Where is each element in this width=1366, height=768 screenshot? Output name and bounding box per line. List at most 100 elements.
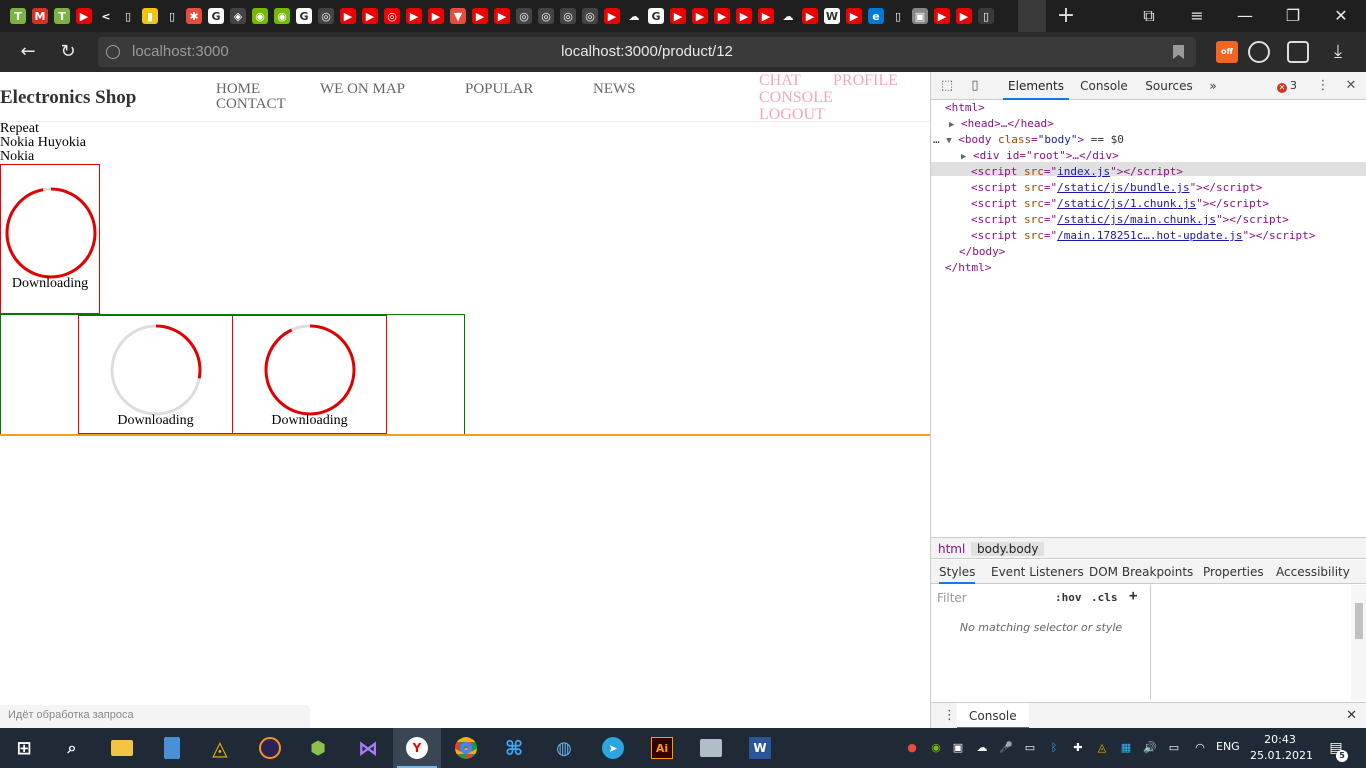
dom-script[interactable]: <script src="/static/js/main.chunk.js"><… — [971, 212, 1289, 228]
nav-contact[interactable]: CONTACT — [216, 96, 286, 113]
dom-head[interactable]: ▶ <head>…</head> — [949, 116, 1054, 133]
youtube-icon[interactable]: ▶ — [360, 6, 380, 26]
extension-off-icon[interactable]: off — [1216, 41, 1238, 63]
scroll-thumb[interactable] — [1355, 603, 1363, 639]
tab-elements[interactable]: Elements — [1003, 72, 1069, 100]
nav-profile[interactable]: PROFILE — [833, 72, 898, 90]
photo-icon[interactable]: ▣ — [910, 6, 930, 26]
expand-triangle-icon[interactable]: ▶ — [949, 120, 954, 130]
url-text[interactable]: localhost:3000/product/12 — [98, 43, 1196, 60]
dom-script[interactable]: <script src="/static/js/1.chunk.js"></sc… — [971, 196, 1269, 212]
nvidia-icon[interactable]: ◉ — [250, 6, 270, 26]
youtube-icon[interactable]: ▶ — [690, 6, 710, 26]
youtube-icon[interactable]: ▶ — [800, 6, 820, 26]
youtube-icon[interactable]: ▶ — [954, 6, 974, 26]
pdf-icon[interactable]: ▼ — [448, 6, 468, 26]
nav-chat[interactable]: CHAT — [759, 72, 801, 90]
photo-viewer-icon[interactable] — [697, 734, 725, 762]
back-arrow-icon[interactable]: ← — [16, 40, 40, 64]
extension-icon[interactable] — [1287, 41, 1309, 63]
close-devtools-icon[interactable]: ✕ — [1343, 78, 1359, 94]
app-triangle-icon[interactable]: ◬ — [206, 734, 234, 762]
script-link[interactable]: /static/js/bundle.js — [1057, 181, 1189, 194]
windows-start-icon[interactable]: ⊞ — [10, 734, 38, 762]
google-icon[interactable]: G — [646, 6, 666, 26]
reload-icon[interactable]: ↻ — [56, 40, 80, 64]
youtube-icon[interactable]: ▶ — [668, 6, 688, 26]
nav-we-on-map[interactable]: WE ON MAP — [320, 81, 405, 98]
google-icon[interactable]: G — [294, 6, 314, 26]
youtube-icon[interactable]: ▶ — [602, 6, 622, 26]
nav-console[interactable]: CONSOLE — [759, 89, 833, 107]
visual-studio-icon[interactable]: ⋈ — [354, 734, 382, 762]
tab-properties[interactable]: Properties — [1203, 560, 1264, 584]
wifi-icon[interactable]: ◠ — [1192, 740, 1208, 756]
dom-body-close[interactable]: </body> — [959, 244, 1005, 260]
close-drawer-icon[interactable]: ✕ — [1346, 708, 1357, 723]
youtube-icon[interactable]: ▶ — [734, 6, 754, 26]
dom-script[interactable]: <script src="/main.178251c….hot-update.j… — [971, 228, 1315, 244]
drawer-tab-console[interactable]: Console — [957, 703, 1029, 729]
file-icon[interactable]: ▯ — [162, 6, 182, 26]
youtube-icon[interactable]: ▶ — [74, 6, 94, 26]
script-link[interactable]: index.js — [1057, 165, 1110, 178]
github-icon[interactable]: ◎ — [316, 6, 336, 26]
yellow-t-icon[interactable]: T — [52, 6, 72, 26]
brand-title[interactable]: Electronics Shop — [0, 87, 136, 109]
script-link[interactable]: /main.178251c….hot-update.js — [1057, 229, 1242, 242]
tray-app-icon[interactable]: ✚ — [1070, 740, 1086, 756]
youtube-icon[interactable]: ▶ — [492, 6, 512, 26]
target-extension-icon[interactable] — [1248, 41, 1270, 63]
dom-script[interactable]: <script src="index.js"></script> — [971, 164, 1183, 180]
restore-button[interactable]: ❐ — [1278, 4, 1308, 28]
tray-app-icon[interactable]: ▭ — [1022, 740, 1038, 756]
tab-event-listeners[interactable]: Event Listeners — [991, 560, 1084, 584]
microphone-icon[interactable]: 🎤 — [998, 740, 1014, 756]
file-explorer-icon[interactable] — [108, 734, 136, 762]
bluetooth-icon[interactable]: ᛒ — [1046, 740, 1062, 756]
github-icon[interactable]: ◎ — [514, 6, 534, 26]
crumb-body[interactable]: body.body — [971, 542, 1045, 556]
cloud-icon[interactable]: ☁ — [778, 6, 798, 26]
tray-app-icon[interactable]: ▣ — [950, 740, 966, 756]
github-icon[interactable]: ◎ — [558, 6, 578, 26]
edge-icon[interactable]: e — [866, 6, 886, 26]
codepen-icon[interactable]: ◈ — [228, 6, 248, 26]
github-icon[interactable]: ◎ — [580, 6, 600, 26]
tab-console[interactable]: Console — [1073, 72, 1135, 100]
word-icon[interactable]: W — [746, 734, 774, 762]
new-style-rule-button[interactable]: + — [1129, 588, 1137, 604]
url-bar[interactable]: localhost:3000 localhost:3000/product/12 — [98, 37, 1196, 67]
youtube-icon[interactable]: ▶ — [470, 6, 490, 26]
active-tab[interactable] — [1018, 0, 1046, 32]
yellow-t-icon[interactable]: T — [8, 6, 28, 26]
file-icon[interactable]: ▯ — [118, 6, 138, 26]
expand-triangle-icon[interactable]: ▶ — [961, 152, 966, 162]
language-indicator[interactable]: ENG — [1216, 740, 1240, 753]
globe-app-icon[interactable]: ◍ — [550, 734, 578, 762]
nav-logout[interactable]: LOGOUT — [759, 106, 825, 124]
script-link[interactable]: /static/js/main.chunk.js — [1057, 213, 1216, 226]
target-icon[interactable]: ◎ — [382, 6, 402, 26]
tray-app-icon[interactable]: ● — [904, 740, 920, 756]
vscode-icon[interactable]: ⌘ — [500, 734, 528, 762]
dom-script[interactable]: <script src="/static/js/bundle.js"></scr… — [971, 180, 1262, 196]
inspect-element-icon[interactable]: ⬚ — [939, 78, 955, 94]
clock[interactable]: 20:43 25.01.2021 — [1250, 732, 1313, 764]
youtube-icon[interactable]: ▶ — [712, 6, 732, 26]
dom-html-close[interactable]: </html> — [945, 260, 991, 276]
tray-app-icon[interactable]: ◬ — [1094, 740, 1110, 756]
youtube-icon[interactable]: ▶ — [404, 6, 424, 26]
collapse-triangle-icon[interactable]: ▼ — [946, 136, 951, 146]
kebab-menu-icon[interactable]: ⋮ — [1315, 78, 1331, 94]
nvidia-tray-icon[interactable]: ◉ — [928, 740, 944, 756]
chrome-icon[interactable] — [452, 734, 480, 762]
youtube-icon[interactable]: ▶ — [756, 6, 776, 26]
nav-news[interactable]: NEWS — [593, 81, 636, 98]
eclipse-icon[interactable] — [256, 734, 284, 762]
gmail-icon[interactable]: M — [30, 6, 50, 26]
collections-icon[interactable]: ⧉ — [1134, 4, 1164, 28]
android-studio-icon[interactable]: ⬢ — [304, 734, 332, 762]
yandex-browser-icon[interactable]: Y — [403, 734, 431, 762]
script-link[interactable]: /static/js/1.chunk.js — [1057, 197, 1196, 210]
